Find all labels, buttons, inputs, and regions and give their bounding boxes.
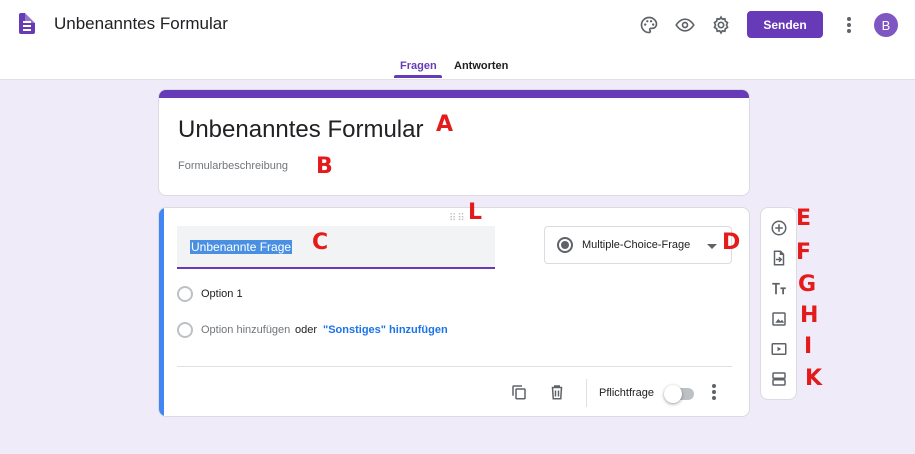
avatar[interactable]: B <box>874 13 898 37</box>
form-description-field[interactable]: Formularbeschreibung <box>178 160 288 172</box>
question-title-field[interactable]: Unbenannte Frage <box>177 226 495 269</box>
title-description-icon[interactable] <box>769 279 789 299</box>
tab-antworten[interactable]: Antworten <box>454 60 508 72</box>
tab-fragen[interactable]: Fragen <box>400 60 437 72</box>
app-title[interactable]: Unbenanntes Formular <box>54 14 228 34</box>
required-toggle-knob[interactable] <box>664 385 682 403</box>
gear-icon[interactable] <box>709 13 733 37</box>
question-type-label: Multiple-Choice-Frage <box>582 239 691 251</box>
radio-type-icon <box>557 237 573 253</box>
import-questions-icon[interactable] <box>769 248 789 268</box>
option-radio-icon <box>177 286 193 302</box>
active-tab-indicator <box>394 75 442 78</box>
palette-icon[interactable] <box>637 13 661 37</box>
footer-vertical-divider <box>586 379 587 407</box>
marker-d: D <box>722 230 741 255</box>
send-button[interactable]: Senden <box>747 11 823 38</box>
add-question-icon[interactable] <box>769 218 789 238</box>
more-vert-icon[interactable] <box>702 380 726 404</box>
marker-a: A <box>436 112 454 137</box>
eye-icon[interactable] <box>673 13 697 37</box>
required-label: Pflichtfrage <box>599 387 655 399</box>
option-1-label[interactable]: Option 1 <box>201 288 243 300</box>
marker-k: K <box>805 366 823 391</box>
question-card[interactable]: ⠿⠿ Unbenannte Frage Multiple-Choice-Frag… <box>158 207 750 417</box>
image-icon[interactable] <box>769 309 789 329</box>
more-vert-icon[interactable] <box>837 13 861 37</box>
marker-i: I <box>804 334 813 359</box>
add-option-link[interactable]: Option hinzufügen <box>201 324 290 336</box>
drag-handle-icon[interactable]: ⠿⠿ <box>449 213 466 224</box>
marker-b: B <box>316 154 333 179</box>
side-toolbar <box>760 207 797 400</box>
marker-l: L <box>468 200 483 225</box>
forms-logo-icon[interactable] <box>19 13 35 34</box>
marker-e: E <box>796 206 812 231</box>
form-title[interactable]: Unbenanntes Formular <box>178 116 423 144</box>
question-type-dropdown[interactable]: Multiple-Choice-Frage <box>544 226 732 264</box>
video-icon[interactable] <box>769 339 789 359</box>
marker-g: G <box>798 272 817 297</box>
question-title-text[interactable]: Unbenannte Frage <box>190 240 293 254</box>
form-header-card: Unbenanntes Formular Formularbeschreibun… <box>158 89 750 196</box>
marker-c: C <box>312 230 329 255</box>
marker-f: F <box>796 240 812 265</box>
card-accent-bar <box>159 90 749 98</box>
trash-icon[interactable] <box>545 380 569 404</box>
duplicate-icon[interactable] <box>507 380 531 404</box>
marker-h: H <box>800 303 819 328</box>
card-footer-divider <box>177 366 732 367</box>
active-question-indicator <box>159 208 164 416</box>
add-other-link[interactable]: "Sonstiges" hinzufügen <box>323 324 448 336</box>
section-icon[interactable] <box>769 369 789 389</box>
or-text: oder <box>295 324 318 336</box>
add-option-radio-icon <box>177 322 193 338</box>
dropdown-caret-icon <box>707 244 717 249</box>
